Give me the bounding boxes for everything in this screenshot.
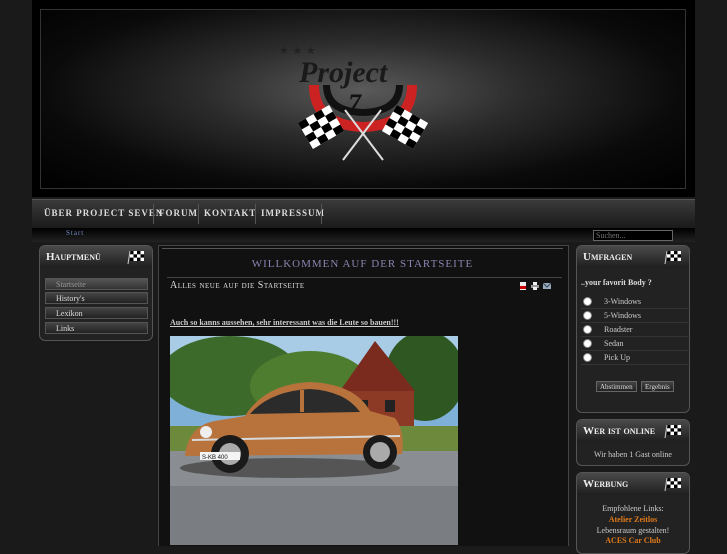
welcome-heading: WILLKOMMEN AUF DER STARTSEITE [251,258,474,270]
ad-link-atelier-zeitlos[interactable]: Atelier Zeitlos [577,515,689,524]
checkered-flag-icon [664,477,681,492]
nav-impressum[interactable]: IMPRESSUM [261,200,325,228]
menu-item-links[interactable]: Links [45,322,148,334]
article-divider [167,277,562,278]
who-online-title: Wer ist online [583,425,656,437]
poll-question: ..your favorit Body ? [581,278,652,287]
menu-item-startseite[interactable]: Startseite [45,278,148,290]
main-menu-box: Hauptmenü Startseite History's Lexikon L… [39,245,153,341]
poll-radio[interactable] [583,353,592,362]
logo-number: 7 [348,89,362,118]
article-title: Alles neue auf die Startseite [170,280,305,291]
poll-option-label: 3-Windows [604,297,642,306]
ads-box: Werbung Empfohlene Links: Atelier Zeitlo… [576,472,690,554]
poll-radio[interactable] [583,325,592,334]
poll-option[interactable]: Pick Up [581,351,691,365]
poll-box: Umfragen ..your favorit Body ? 3-Windows… [576,245,691,413]
content-top-divider [162,248,563,249]
who-online-box: Wer ist online Wir haben 1 Gast online [576,419,690,466]
nav-divider [153,204,154,224]
ads-header: Werbung [577,473,689,495]
ads-title: Werbung [583,478,629,490]
checkered-flag-icon [664,424,681,439]
project-seven-logo[interactable]: ★ ★ ★ Project 7 [41,10,685,188]
nav-kontakt[interactable]: KONTAKT [204,200,256,228]
email-icon[interactable] [543,282,551,290]
license-plate: S-KB 400 [202,455,228,461]
main-menu-title: Hauptmenü [46,251,101,263]
ad-tagline: Lebensraum gestalten! [596,526,670,535]
nav-ueber-project-seven[interactable]: ÜBER PROJECT SEVEN [44,200,163,228]
checkered-flag-icon [127,250,144,265]
poll-radio[interactable] [583,311,592,320]
poll-option-label: 5-Windows [604,311,642,320]
poll-option-label: Roadster [604,325,633,334]
menu-item-historys[interactable]: History's [45,292,148,304]
online-count-text: Wir haben 1 Gast online [594,450,672,459]
main-navigation: ÜBER PROJECT SEVEN FORUM KONTAKT IMPRESS… [32,199,695,228]
poll-header: Umfragen [577,246,689,268]
pdf-icon[interactable] [519,282,527,290]
poll-option[interactable]: Sedan [581,337,691,351]
who-online-header: Wer ist online [577,420,689,442]
article-link[interactable]: Auch so kanns aussehen, sehr interessant… [170,318,399,327]
poll-option-label: Pick Up [604,353,630,362]
poll-option[interactable]: Roadster [581,323,691,337]
breadcrumb-start[interactable]: Start [66,229,84,237]
print-icon[interactable] [531,282,539,290]
nav-divider [321,204,322,224]
nav-forum[interactable]: FORUM [159,200,198,228]
logo-text: Project [298,56,389,89]
poll-radio[interactable] [583,339,592,348]
nav-divider [198,204,199,224]
header-logo-area: ★ ★ ★ Project 7 [40,9,686,189]
checkered-flag-icon [664,250,681,265]
main-menu-header: Hauptmenü [40,246,152,268]
results-button[interactable]: Ergebnis [641,381,674,392]
ad-link-aces-car-club[interactable]: ACES Car Club [577,536,689,545]
menu-item-lexikon[interactable]: Lexikon [45,307,148,319]
nav-divider [255,204,256,224]
poll-title: Umfragen [583,251,633,263]
vote-button[interactable]: Abstimmen [596,381,637,392]
poll-radio[interactable] [583,297,592,306]
article-photo-car: S-KB 400 [170,336,458,545]
poll-option[interactable]: 3-Windows [581,295,691,309]
poll-option[interactable]: 5-Windows [581,309,691,323]
ads-intro: Empfohlene Links: [602,504,664,513]
search-input[interactable] [593,230,673,241]
poll-option-label: Sedan [604,339,624,348]
